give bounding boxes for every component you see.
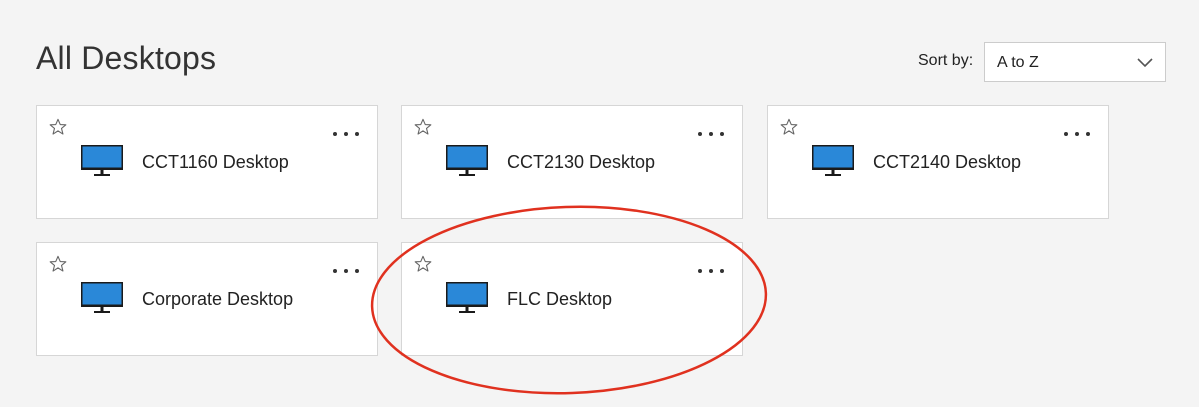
more-options-icon[interactable] <box>696 126 726 142</box>
desktop-tile-corporate[interactable]: Corporate Desktop <box>36 242 378 356</box>
more-options-icon[interactable] <box>331 263 361 279</box>
favorite-star-icon[interactable] <box>49 118 67 136</box>
more-options-icon[interactable] <box>1062 126 1092 142</box>
chevron-down-icon <box>1137 58 1153 68</box>
desktop-tile-label: Corporate Desktop <box>142 289 294 309</box>
monitor-icon <box>812 145 854 176</box>
favorite-star-icon[interactable] <box>49 255 67 273</box>
desktop-tile-cct2130[interactable]: CCT2130 Desktop <box>401 105 743 219</box>
favorite-star-icon[interactable] <box>414 118 432 136</box>
sort-label: Sort by: <box>918 52 974 69</box>
desktop-tile-label: CCT1160 Desktop <box>142 152 289 172</box>
desktop-tile-label: CCT2130 Desktop <box>507 152 656 172</box>
sort-select[interactable]: A to Z <box>984 42 1166 82</box>
monitor-icon <box>446 145 488 176</box>
monitor-icon <box>446 282 488 313</box>
page-title: All Desktops <box>36 40 217 76</box>
favorite-star-icon[interactable] <box>414 255 432 273</box>
desktop-tile-cct2140[interactable]: CCT2140 Desktop <box>767 105 1109 219</box>
desktop-tile-cct1160[interactable]: CCT1160 Desktop <box>36 105 378 219</box>
desktop-tile-label: CCT2140 Desktop <box>873 152 1022 172</box>
more-options-icon[interactable] <box>696 263 726 279</box>
sort-select-value: A to Z <box>997 54 1039 71</box>
favorite-star-icon[interactable] <box>780 118 798 136</box>
more-options-icon[interactable] <box>331 126 361 142</box>
monitor-icon <box>81 282 123 313</box>
desktop-tile-flc[interactable]: FLC Desktop <box>401 242 743 356</box>
monitor-icon <box>81 145 123 176</box>
desktop-tile-label: FLC Desktop <box>507 289 613 309</box>
